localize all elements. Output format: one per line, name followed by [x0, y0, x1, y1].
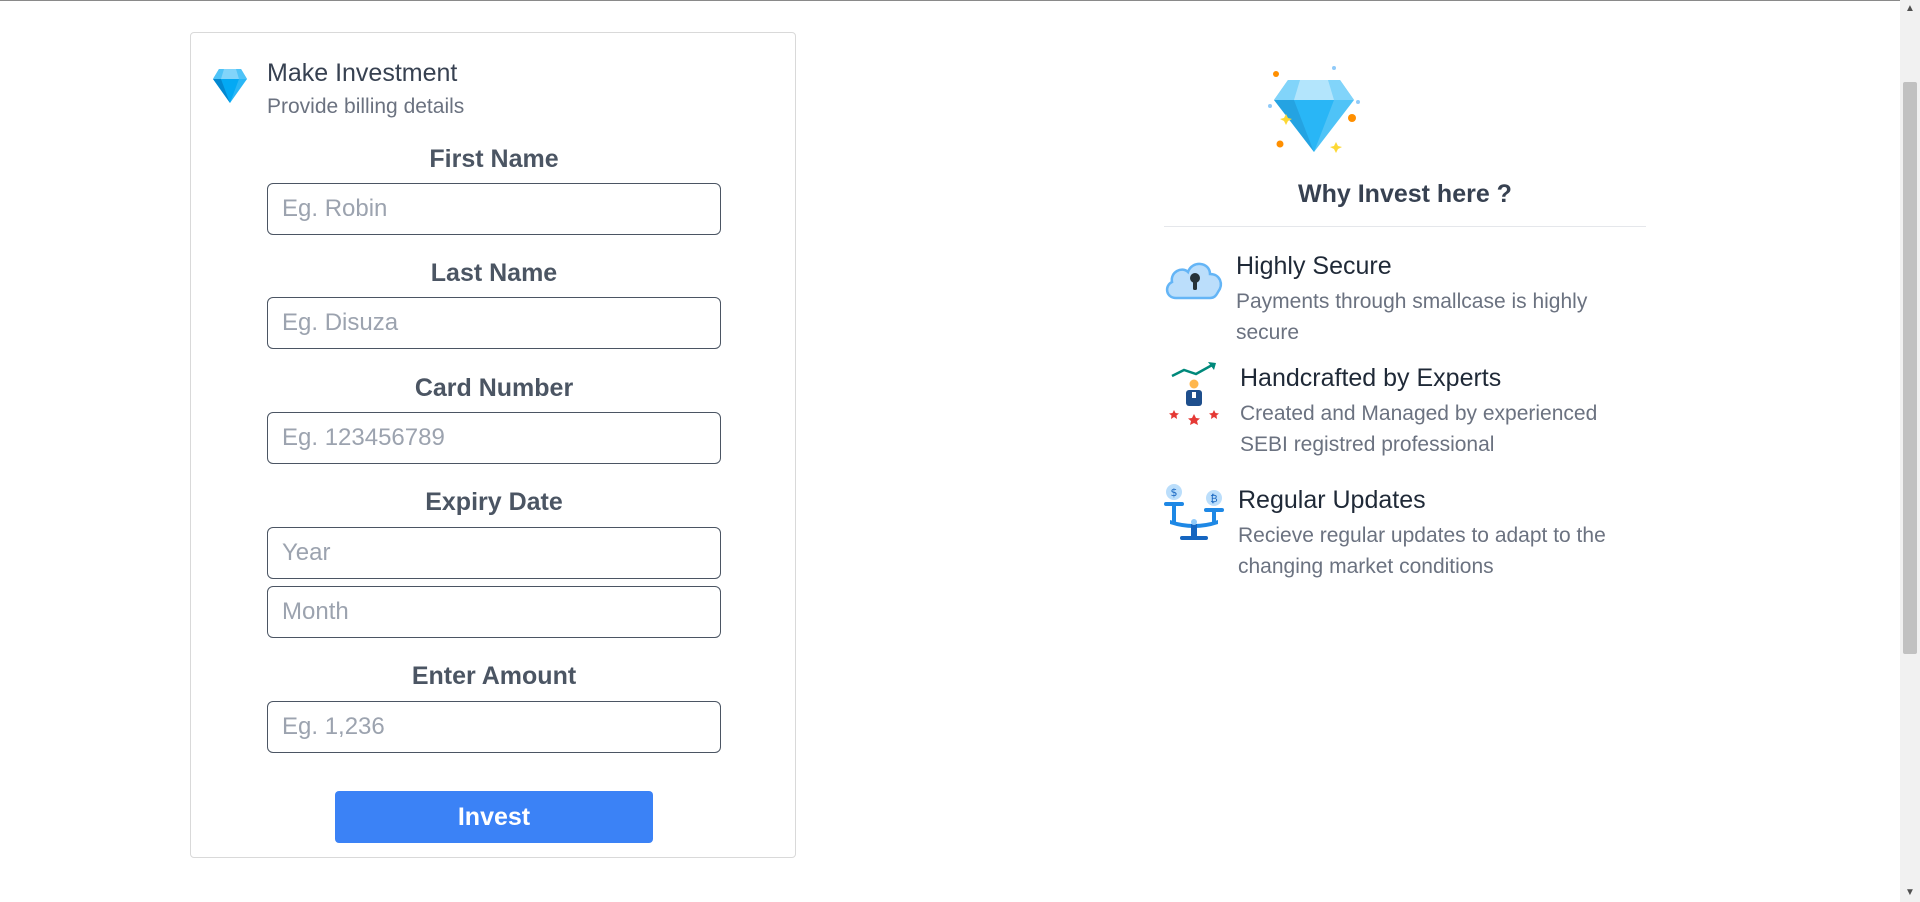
feature-description: Created and Managed by experienced SEBI … — [1240, 402, 1598, 456]
form-subtitle: Provide billing details — [267, 95, 465, 118]
feature-description: Recieve regular updates to adapt to the … — [1238, 524, 1606, 578]
first-name-label: First Name — [429, 145, 559, 173]
investment-form-card: Make Investment Provide billing details … — [190, 32, 796, 858]
diamond-sparkle-icon — [1268, 66, 1360, 153]
why-invest-title: Why Invest here ? — [1298, 180, 1512, 208]
scroll-up-arrow-icon[interactable]: ▲ — [1903, 2, 1917, 16]
scrollbar-thumb[interactable] — [1903, 82, 1917, 654]
invest-button[interactable]: Invest — [335, 791, 653, 843]
top-border — [0, 0, 1920, 1]
feature-title: Regular Updates — [1238, 486, 1426, 514]
svg-text:₿: ₿ — [1210, 493, 1217, 505]
scroll-down-arrow-icon[interactable]: ▼ — [1903, 886, 1917, 900]
balance-scale-icon: $ ₿ — [1164, 484, 1224, 540]
cloud-lock-icon — [1165, 262, 1222, 300]
last-name-label: Last Name — [430, 259, 558, 287]
form-title: Make Investment — [267, 59, 458, 87]
feature-description: Payments through smallcase is highly sec… — [1236, 290, 1588, 344]
diamond-icon — [213, 69, 247, 103]
expiry-date-label: Expiry Date — [425, 488, 563, 516]
card-number-input[interactable] — [267, 412, 721, 464]
feature-title: Handcrafted by Experts — [1240, 364, 1502, 392]
svg-text:$: $ — [1171, 486, 1178, 499]
amount-label: Enter Amount — [411, 662, 577, 690]
feature-title: Highly Secure — [1236, 252, 1392, 280]
last-name-input[interactable] — [267, 297, 721, 349]
amount-input[interactable] — [267, 701, 721, 753]
expert-growth-icon — [1169, 362, 1219, 425]
expiry-month-input[interactable] — [267, 586, 721, 638]
divider — [1164, 226, 1646, 227]
expiry-year-input[interactable] — [267, 527, 721, 579]
first-name-input[interactable] — [267, 183, 721, 235]
card-number-label: Card Number — [414, 374, 574, 402]
